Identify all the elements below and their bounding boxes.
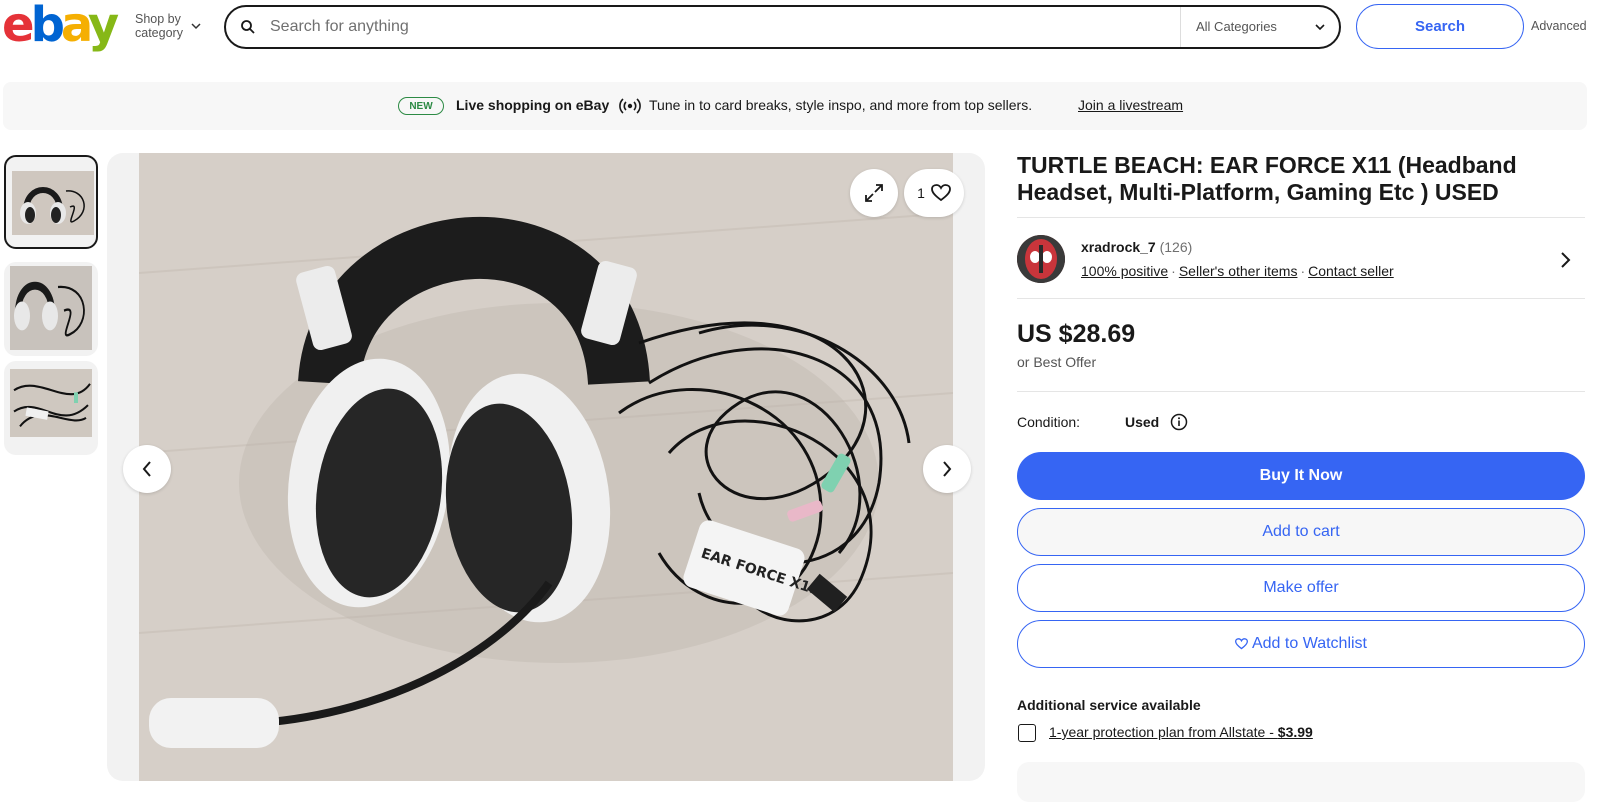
- seller-other-items-link[interactable]: Seller's other items: [1179, 263, 1298, 279]
- main-image-viewer: EAR FORCE X11 1: [107, 153, 985, 781]
- live-shopping-banner: NEW Live shopping on eBay Tune in to car…: [3, 82, 1587, 130]
- thumbnail-2[interactable]: [4, 262, 98, 356]
- search-bar: All Categories: [224, 5, 1341, 49]
- condition-value: Used: [1125, 414, 1160, 430]
- next-image-button[interactable]: [923, 445, 971, 493]
- expand-icon: [865, 184, 883, 202]
- buy-it-now-button[interactable]: Buy It Now: [1017, 452, 1585, 500]
- header: ebay Shop by category All Categories Sea…: [0, 0, 1600, 54]
- favorite-button[interactable]: 1: [904, 169, 964, 217]
- divider: [1017, 298, 1585, 299]
- search-icon: [241, 20, 255, 34]
- info-icon[interactable]: [1170, 413, 1188, 431]
- positive-feedback-link[interactable]: 100% positive: [1081, 263, 1168, 279]
- contact-seller-link[interactable]: Contact seller: [1308, 263, 1394, 279]
- heart-icon: [1234, 638, 1248, 650]
- chevron-down-icon[interactable]: [1314, 21, 1326, 33]
- additional-service-heading: Additional service available: [1017, 697, 1201, 713]
- seller-feedback-count: (126): [1159, 239, 1193, 255]
- seller-avatar[interactable]: [1017, 235, 1065, 283]
- thumbnail-1[interactable]: [4, 155, 98, 249]
- headset-photo: EAR FORCE X11: [139, 153, 953, 781]
- divider: [1017, 391, 1585, 392]
- join-livestream-link[interactable]: Join a livestream: [1078, 97, 1183, 113]
- avatar-image: [1017, 235, 1065, 283]
- add-to-cart-button[interactable]: Add to cart: [1017, 508, 1585, 556]
- divider: [1180, 7, 1181, 47]
- advanced-search-link[interactable]: Advanced: [1531, 19, 1587, 33]
- price: US $28.69: [1017, 320, 1136, 348]
- chevron-left-icon: [142, 461, 151, 477]
- info-card: [1017, 762, 1585, 802]
- headset-thumbnail-image: [10, 266, 92, 350]
- seller-links: 100% positive · Seller's other items · Conta…: [1081, 263, 1394, 279]
- protection-plan-checkbox[interactable]: [1018, 724, 1036, 742]
- ebay-logo[interactable]: ebay: [2, 0, 119, 50]
- separator: ·: [1300, 263, 1306, 279]
- best-offer-text: or Best Offer: [1017, 354, 1097, 370]
- headset-main-image[interactable]: EAR FORCE X11: [139, 153, 953, 781]
- category-select[interactable]: All Categories: [1196, 19, 1277, 34]
- chevron-right-icon: [943, 461, 952, 477]
- previous-image-button[interactable]: [123, 445, 171, 493]
- divider: [1017, 217, 1585, 218]
- cables-thumbnail-image: [10, 369, 92, 437]
- listing-title: TURTLE BEACH: EAR FORCE X11 (Headband He…: [1017, 152, 1517, 205]
- chevron-right-icon[interactable]: [1558, 250, 1572, 270]
- protection-plan-link[interactable]: 1-year protection plan from Allstate - $…: [1049, 724, 1313, 740]
- headset-thumbnail-image: [12, 171, 94, 235]
- expand-image-button[interactable]: [850, 169, 898, 217]
- live-broadcast-icon: [619, 98, 641, 114]
- heart-icon: [930, 184, 951, 202]
- make-offer-button[interactable]: Make offer: [1017, 564, 1585, 612]
- new-badge: NEW: [398, 97, 444, 115]
- search-button[interactable]: Search: [1356, 4, 1524, 49]
- thumbnail-3[interactable]: [4, 361, 98, 455]
- banner-title: Live shopping on eBay: [456, 97, 610, 113]
- favorite-count: 1: [917, 185, 925, 201]
- separator: ·: [1171, 263, 1176, 279]
- search-input[interactable]: [270, 13, 1150, 41]
- shop-by-category-button[interactable]: Shop by category: [135, 12, 183, 40]
- condition-label: Condition:: [1017, 414, 1081, 430]
- add-to-watchlist-button[interactable]: Add to Watchlist: [1017, 620, 1585, 668]
- chevron-down-icon[interactable]: [191, 22, 201, 30]
- banner-text: Tune in to card breaks, style inspo, and…: [649, 97, 1033, 113]
- seller-name[interactable]: xradrock_7 (126): [1081, 239, 1192, 255]
